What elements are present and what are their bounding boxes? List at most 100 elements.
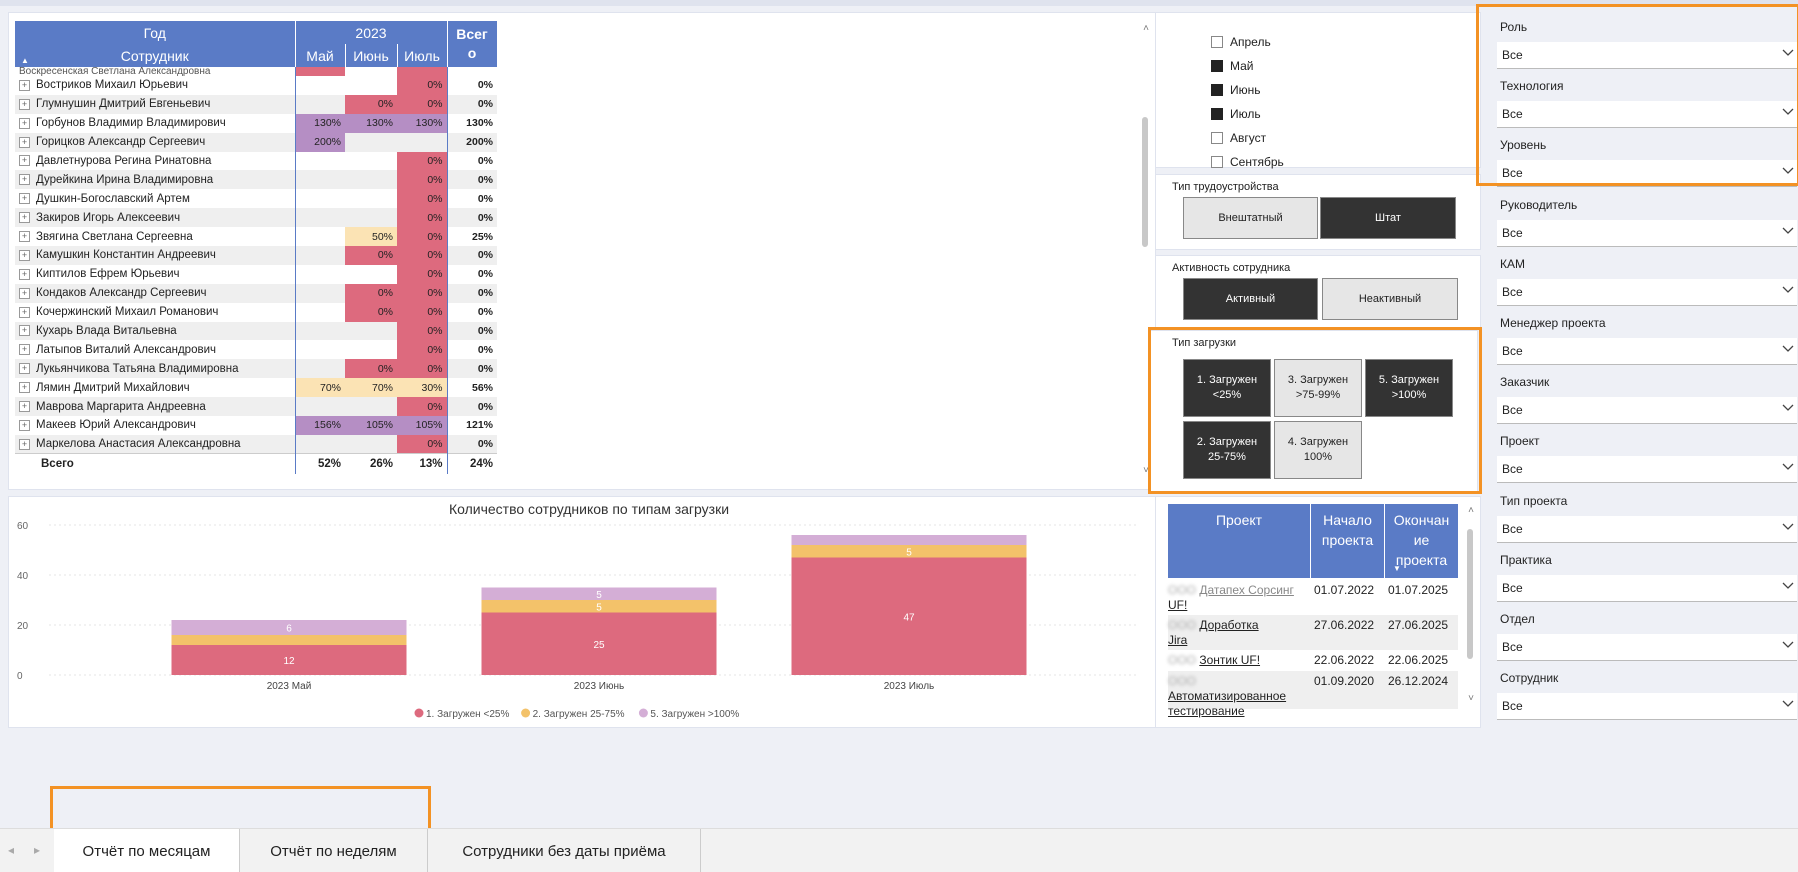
filter-dropdown[interactable] <box>1497 456 1797 484</box>
project-name-cont[interactable]: UF! <box>1168 598 1187 612</box>
table-row[interactable]: + Душкин-Богославский Артем 0% 0% <box>15 189 497 209</box>
activity-option-active[interactable]: Активный <box>1183 278 1318 320</box>
chevron-down-icon[interactable] <box>1781 223 1795 237</box>
matrix-scrollbar[interactable] <box>1141 37 1149 477</box>
table-row[interactable]: + Горицков Александр Сергеевич 200% 200% <box>15 132 497 152</box>
filter-dropdown[interactable] <box>1497 338 1797 365</box>
table-row[interactable]: + Латыпов Виталий Александрович 0% 0% <box>15 340 497 360</box>
tab-weekly-report[interactable]: Отчёт по неделям <box>240 829 428 872</box>
expand-icon[interactable]: + <box>19 401 30 413</box>
month-option[interactable]: Апрель <box>1211 35 1271 49</box>
filter-dropdown[interactable] <box>1497 515 1797 543</box>
table-row[interactable]: + Кочержинский Михаил Романович 0% 0% 0% <box>15 302 497 322</box>
expand-icon[interactable]: + <box>19 438 30 450</box>
table-row[interactable]: + Маркелова Анастасия Александровна 0% 0% <box>15 434 497 454</box>
filter-value[interactable]: Все <box>1502 640 1523 654</box>
filter-value[interactable]: Все <box>1502 107 1523 121</box>
project-name-cont[interactable]: тестирование <box>1168 704 1245 718</box>
header-project[interactable]: Проект <box>1168 504 1310 578</box>
expand-icon[interactable]: + <box>19 382 30 394</box>
filter-dropdown[interactable] <box>1497 278 1797 306</box>
expand-icon[interactable]: + <box>19 193 30 205</box>
load-option-under-25[interactable]: 1. Загружен <25% <box>1183 359 1271 417</box>
filter-dropdown[interactable] <box>1497 634 1797 661</box>
proj-scroll-down-icon[interactable]: ˅ <box>1468 693 1474 704</box>
table-row[interactable]: + Киптилов Ефрем Юрьевич 0% 0% <box>15 264 497 284</box>
proj-scroll-up-icon[interactable]: ˄ <box>1468 505 1474 516</box>
table-row[interactable]: + Лямин Дмитрий Михайлович 70% 70% 30% 56% <box>15 378 497 398</box>
project-name-cell[interactable]: ООО Доработка Jira <box>1168 618 1308 648</box>
expand-icon[interactable]: + <box>19 212 30 224</box>
filter-dropdown[interactable] <box>1497 397 1797 425</box>
filter-dropdown[interactable] <box>1497 574 1797 602</box>
filter-dropdown[interactable] <box>1497 101 1797 129</box>
expand-icon[interactable]: + <box>19 363 30 375</box>
employment-option-staff[interactable]: Штат <box>1320 197 1456 239</box>
table-row[interactable]: + Звягина Светлана Сергеевна 50% 0% 25% <box>15 227 497 247</box>
tab-prev-icon[interactable]: ◂ <box>8 843 14 857</box>
table-row[interactable]: + Маврова Маргарита Андреевна 0% 0% <box>15 397 497 417</box>
expand-icon[interactable]: + <box>19 231 30 243</box>
legend-label[interactable]: 2. Загружен 25-75% <box>533 709 625 720</box>
filter-value[interactable]: Все <box>1502 285 1523 299</box>
expand-icon[interactable]: + <box>19 79 30 91</box>
chevron-down-icon[interactable] <box>1781 282 1795 296</box>
month-option[interactable]: Июль <box>1211 107 1261 121</box>
employment-option-freelance[interactable]: Внештатный <box>1183 197 1318 239</box>
month-option[interactable]: Август <box>1211 131 1266 145</box>
chevron-down-icon[interactable] <box>1781 519 1795 533</box>
filter-value[interactable]: Все <box>1502 581 1523 595</box>
expand-icon[interactable]: + <box>19 419 30 431</box>
scroll-up-icon[interactable]: ˄ <box>1143 23 1149 34</box>
month-option[interactable]: Май <box>1211 59 1254 73</box>
expand-icon[interactable]: + <box>19 249 30 261</box>
expand-icon[interactable]: + <box>19 155 30 167</box>
tab-no-hire-date[interactable]: Сотрудники без даты приёма <box>428 829 701 872</box>
table-row[interactable]: + Лукьянчикова Татьяна Владимировна 0% 0% 0% <box>15 359 497 379</box>
scroll-thumb[interactable] <box>1142 117 1148 247</box>
table-row[interactable]: + Глумнушин Дмитрий Евгеньевич 0% 0% 0% <box>15 94 497 114</box>
project-name[interactable]: Датапех Сорсинг <box>1199 583 1294 597</box>
checkbox-icon[interactable] <box>1211 156 1223 168</box>
chevron-down-icon[interactable] <box>1781 341 1795 355</box>
project-name-cont[interactable]: Jira <box>1168 633 1187 647</box>
bar-segment[interactable] <box>171 635 407 645</box>
table-row[interactable]: + Востриков Михаил Юрьевич 0% 0% <box>15 76 497 95</box>
expand-icon[interactable]: + <box>19 117 30 129</box>
filter-dropdown[interactable] <box>1497 219 1797 247</box>
project-name-cell[interactable]: ООО Зонтик UF! <box>1168 653 1308 668</box>
table-row[interactable]: + Давлетнурова Регина Ринатовна 0% 0% <box>15 151 497 171</box>
project-name-cell[interactable]: ООО Датапех Сорсинг UF! <box>1168 583 1308 613</box>
project-name-cell[interactable]: ООО Автоматизированное тестирование <box>1168 674 1308 719</box>
header-month-may[interactable]: Май <box>295 44 346 67</box>
bar-segment[interactable] <box>791 535 1027 545</box>
legend-label[interactable]: 1. Загружен <25% <box>426 709 509 720</box>
expand-icon[interactable]: + <box>19 98 30 110</box>
expand-icon[interactable]: + <box>19 344 30 356</box>
filter-value[interactable]: Все <box>1502 226 1523 240</box>
filter-value[interactable]: Все <box>1502 462 1523 476</box>
expand-icon[interactable]: + <box>19 174 30 186</box>
header-end[interactable]: Окончан ие проекта ▼ <box>1385 504 1458 578</box>
chevron-down-icon[interactable] <box>1781 45 1795 59</box>
header-month-jun[interactable]: Июнь <box>345 44 398 67</box>
checkbox-icon[interactable] <box>1211 132 1223 144</box>
header-total[interactable]: Всег о <box>447 21 498 67</box>
proj-scrollbar[interactable] <box>1466 519 1474 689</box>
filter-dropdown[interactable] <box>1497 693 1797 721</box>
header-year-value[interactable]: 2023 <box>295 21 448 44</box>
table-row[interactable]: + Камушкин Константин Андреевич 0% 0% 0% <box>15 246 497 265</box>
filter-value[interactable]: Все <box>1502 48 1523 62</box>
chevron-down-icon[interactable] <box>1781 400 1795 414</box>
expand-icon[interactable]: + <box>19 325 30 337</box>
chevron-down-icon[interactable] <box>1781 578 1795 592</box>
header-month-jul[interactable]: Июль <box>397 44 448 67</box>
tab-next-icon[interactable]: ▸ <box>34 843 40 857</box>
project-name[interactable]: Доработка <box>1199 618 1258 632</box>
legend-label[interactable]: 5. Загружен >100% <box>650 709 739 720</box>
filter-value[interactable]: Все <box>1502 522 1523 536</box>
header-year-label[interactable]: Год <box>15 21 296 44</box>
filter-dropdown[interactable] <box>1497 42 1797 69</box>
tab-monthly-report[interactable]: Отчёт по месяцам <box>54 829 240 872</box>
table-row[interactable]: + Закиров Игорь Алексеевич 0% 0% <box>15 208 497 228</box>
